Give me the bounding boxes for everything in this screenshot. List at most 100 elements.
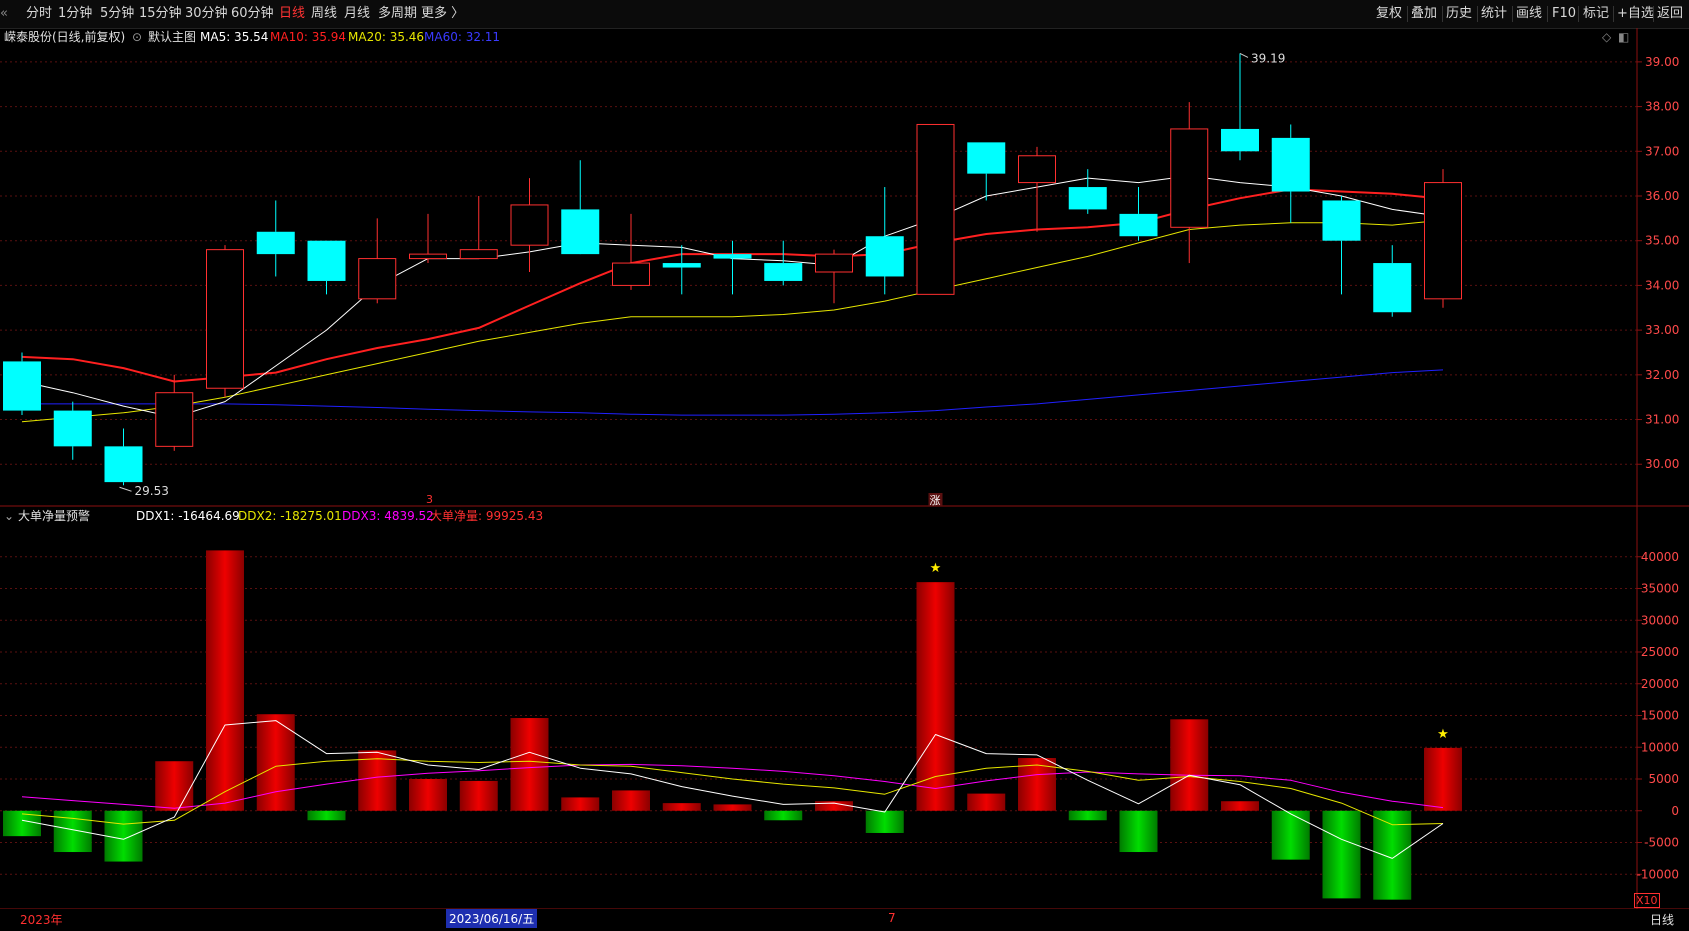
candle-body xyxy=(459,249,498,260)
net-volume-bar xyxy=(510,718,549,811)
ma5-value: MA5: 35.54 xyxy=(200,30,269,44)
low-pointer xyxy=(119,486,132,492)
candle-body xyxy=(358,258,397,300)
net-volume-bars xyxy=(3,550,1462,900)
net-volume-bar xyxy=(409,779,447,811)
price-tick-label: 39.00 xyxy=(1645,55,1679,69)
candle-body xyxy=(1170,128,1209,228)
candle xyxy=(409,213,447,264)
net-volume-bar xyxy=(1119,810,1158,853)
signal-marker-a: 3 xyxy=(426,493,433,506)
candle-body xyxy=(1018,155,1056,184)
net-volume-bar xyxy=(3,810,41,837)
candle xyxy=(1119,187,1158,241)
low-price-label: 29.53 xyxy=(135,484,169,498)
net-volume-bar xyxy=(612,790,650,811)
star-icon: ★ xyxy=(1437,727,1449,742)
candle-body xyxy=(916,123,955,295)
candle xyxy=(104,428,143,486)
candle xyxy=(612,213,650,290)
period-label[interactable]: 日线 xyxy=(1650,911,1674,928)
candle xyxy=(256,200,295,277)
cursor-date-label: 2023/06/16/五 xyxy=(446,909,538,928)
ma60-value: MA60: 32.11 xyxy=(424,30,501,44)
template-toggle-icon[interactable]: ⊙ xyxy=(132,28,142,46)
candle-body xyxy=(713,254,752,259)
candle-body xyxy=(815,253,853,273)
candle-body xyxy=(865,236,904,277)
year-label: 2023年 xyxy=(20,913,63,927)
price-tick-label: 34.00 xyxy=(1645,278,1679,292)
candle xyxy=(713,240,752,295)
template-label[interactable]: 默认主图 xyxy=(148,28,196,46)
candle-body xyxy=(1068,187,1107,210)
signal-marker-b: 涨 xyxy=(930,494,941,507)
net-volume-bar xyxy=(662,803,701,811)
net-volume-value: 大单净量: 99925.43 xyxy=(430,509,544,523)
candle xyxy=(967,142,1006,201)
volume-tick-label: 20000 xyxy=(1641,677,1679,691)
price-tick-label: 32.00 xyxy=(1645,368,1679,382)
panel-icon[interactable]: ◧ xyxy=(1618,28,1629,46)
candle xyxy=(3,352,41,416)
candle-body xyxy=(764,263,803,281)
net-volume-bar xyxy=(1068,810,1107,821)
candle-body xyxy=(1373,263,1412,313)
ma10-value: MA10: 35.94 xyxy=(270,30,347,44)
high-price-label: 39.19 xyxy=(1251,51,1285,65)
volume-tick-label: 30000 xyxy=(1641,613,1679,627)
candle-body xyxy=(1322,200,1361,241)
candle-body xyxy=(3,361,41,411)
ddx3-value: DDX3: 4839.52 xyxy=(342,509,434,523)
candle xyxy=(459,196,498,260)
candle-body xyxy=(307,240,346,281)
annotations: 39.19 29.53 3 涨 ★ ★ xyxy=(119,51,1449,742)
star-icon: ★ xyxy=(930,561,942,576)
price-tick-label: 37.00 xyxy=(1645,144,1679,158)
candle-body xyxy=(662,263,701,268)
volume-tick-label: 15000 xyxy=(1641,709,1679,723)
indicator-dropdown-icon[interactable]: ⌄ xyxy=(4,507,14,525)
net-volume-bar xyxy=(307,810,346,821)
candle xyxy=(1322,196,1361,295)
candle xyxy=(510,178,549,272)
candle-body xyxy=(1221,128,1259,152)
price-tick-label: 31.00 xyxy=(1645,413,1679,427)
price-tick-label: 35.00 xyxy=(1645,234,1679,248)
candle-body xyxy=(256,231,295,255)
candle-body xyxy=(1424,182,1462,300)
high-pointer xyxy=(1239,52,1249,58)
candle-body xyxy=(510,204,549,246)
candle xyxy=(358,218,397,304)
candle xyxy=(206,245,244,398)
candle-body xyxy=(561,209,600,255)
ddx1-value: DDX1: -16464.69 xyxy=(136,509,240,523)
candle xyxy=(1424,169,1462,308)
candle xyxy=(155,374,194,451)
price-tick-label: 30.00 xyxy=(1645,457,1679,471)
net-volume-bar xyxy=(713,804,752,811)
volume-tick-label: 10000 xyxy=(1641,740,1679,754)
candle xyxy=(865,187,904,295)
candle xyxy=(815,249,853,304)
month-label: 7 xyxy=(888,911,896,925)
net-volume-bar xyxy=(1221,801,1259,811)
scale-label: X10 xyxy=(1634,893,1660,908)
net-volume-bar xyxy=(1271,810,1310,860)
candle-body xyxy=(206,249,244,389)
volume-tick-label: 5000 xyxy=(1648,772,1679,786)
main-chart-legend: 嵘泰股份(日线,前复权) ⊙ 默认主图 MA5: 35.54 MA10: 35.… xyxy=(4,28,1629,46)
diamond-icon[interactable]: ◇ xyxy=(1602,28,1611,46)
net-volume-bar xyxy=(1170,719,1209,811)
net-volume-bar xyxy=(1322,810,1361,899)
net-volume-bar xyxy=(155,761,194,811)
candle-body xyxy=(409,253,447,260)
candle-body xyxy=(155,392,194,447)
ddx2-value: DDX2: -18275.01 xyxy=(238,509,342,523)
ma20-value: MA20: 35.46 xyxy=(348,30,425,44)
net-volume-bar xyxy=(764,810,803,821)
volume-axis-ticks: -10000 -5000 0 5000 10000 15000 20000 25000 3000… xyxy=(1636,550,1679,882)
candle-body xyxy=(53,410,92,447)
price-tick-label: 33.00 xyxy=(1645,323,1679,337)
indicator-name[interactable]: 大单净量预警 xyxy=(18,507,90,525)
